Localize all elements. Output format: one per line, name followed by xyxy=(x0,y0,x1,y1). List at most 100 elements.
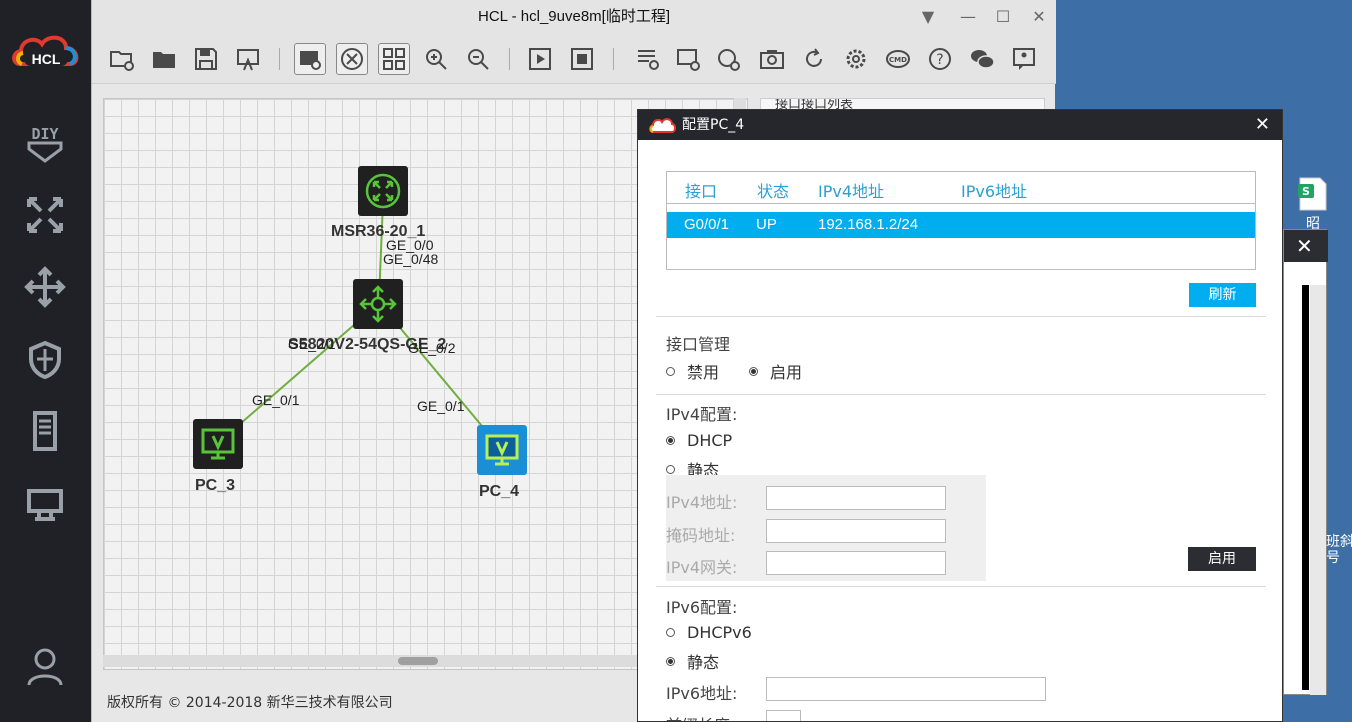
ipv4-address-field[interactable] xyxy=(766,486,946,510)
divider xyxy=(656,316,1266,317)
divider xyxy=(656,394,1266,395)
start-all-icon[interactable] xyxy=(524,43,556,75)
firewall-icon[interactable] xyxy=(22,336,68,382)
divider xyxy=(656,586,1266,587)
pc-icon xyxy=(485,434,519,466)
ipv6-address-field[interactable] xyxy=(766,677,1046,701)
background-window[interactable]: ✕ xyxy=(1283,229,1328,695)
gateway-label: IPv4网关: xyxy=(666,558,738,577)
background-scrollbar[interactable] xyxy=(1310,285,1326,695)
prefix-length-field[interactable] xyxy=(766,710,801,721)
dialog-title: 配置PC_4 xyxy=(638,110,1282,140)
stop-all-icon[interactable] xyxy=(566,43,598,75)
hcl-cloud-icon xyxy=(649,118,676,133)
grid-icon[interactable] xyxy=(378,43,410,75)
close-button[interactable]: ✕ xyxy=(1028,6,1050,28)
config-dialog: 配置PC_4 ✕ 接口 状态 IPv4地址 IPv6地址 G0/0/1 UP 1… xyxy=(637,109,1283,722)
enable-radio[interactable]: 启用 xyxy=(749,359,802,383)
spreadsheet-icon[interactable]: S xyxy=(1296,176,1330,212)
pc3-label: PC_3 xyxy=(195,477,236,494)
menu-dropdown-icon[interactable]: ▼ xyxy=(917,6,939,28)
horizontal-scrollbar[interactable] xyxy=(103,655,638,667)
port-label: GE_0/1 xyxy=(417,398,465,414)
dialog-close-button[interactable]: ✕ xyxy=(1255,110,1270,140)
cell-ipv4: 192.168.1.2/24 xyxy=(818,216,919,233)
zoom-in-icon[interactable] xyxy=(420,43,452,75)
save-icon[interactable] xyxy=(190,43,222,75)
radio-label: DHCPv6 xyxy=(687,623,752,642)
iface-mgmt-title: 接口管理 xyxy=(666,335,731,354)
svg-text:HCL: HCL xyxy=(32,51,61,67)
router-node[interactable] xyxy=(358,166,408,216)
interface-table: 接口 状态 IPv4地址 IPv6地址 G0/0/1 UP 192.168.1.… xyxy=(666,171,1256,270)
svg-text:?: ? xyxy=(936,52,943,68)
radio-label: DHCP xyxy=(687,431,733,450)
pc4-node[interactable] xyxy=(477,425,527,475)
terminal-area xyxy=(1302,285,1309,690)
host-icon[interactable] xyxy=(22,480,68,526)
ipv4-dhcp-radio[interactable]: DHCP xyxy=(666,431,732,450)
port-label: GE_0/1 xyxy=(252,392,300,408)
show-interface-icon[interactable] xyxy=(294,43,326,75)
column-header: IPv6地址 xyxy=(961,182,1028,201)
port-label: GE_0/2 xyxy=(408,340,456,356)
radio-dot xyxy=(666,436,675,445)
radio-dot xyxy=(666,656,675,666)
settings-icon[interactable] xyxy=(840,43,872,75)
radio-dot xyxy=(666,464,675,474)
gateway-field[interactable] xyxy=(766,551,946,575)
column-header: 接口 xyxy=(685,182,718,201)
close-icon[interactable]: ✕ xyxy=(1296,230,1313,262)
svg-text:CMD: CMD xyxy=(889,56,907,64)
switch-icon[interactable] xyxy=(22,264,68,310)
save-as-icon[interactable] xyxy=(232,43,264,75)
toolbar: CMD ? xyxy=(92,34,1056,84)
wechat-icon[interactable] xyxy=(966,43,998,75)
refresh-icon[interactable] xyxy=(798,43,830,75)
open-project-icon[interactable] xyxy=(148,43,180,75)
hcl-sidebar: HCL DIY xyxy=(0,0,91,722)
ipv4-address-label: IPv4地址: xyxy=(666,493,738,512)
disable-radio[interactable]: 禁用 xyxy=(666,359,719,383)
add-list-icon[interactable] xyxy=(632,43,664,75)
ipv6-dhcp-radio[interactable]: DHCPv6 xyxy=(666,623,752,642)
maximize-button[interactable]: ☐ xyxy=(992,6,1014,28)
hcl-logo: HCL xyxy=(12,35,79,67)
add-circle-icon[interactable] xyxy=(712,43,744,75)
camera-icon[interactable] xyxy=(756,43,788,75)
new-project-icon[interactable] xyxy=(106,43,138,75)
switch-node-icon xyxy=(359,285,397,323)
radio-label: 静态 xyxy=(687,653,720,672)
background-window-titlebar: ✕ xyxy=(1284,230,1328,262)
cell-status: UP xyxy=(756,216,777,233)
minimize-button[interactable]: — xyxy=(957,6,979,28)
switch-node[interactable] xyxy=(353,279,403,329)
radio-dot xyxy=(666,628,675,637)
router-icon[interactable] xyxy=(22,192,68,238)
pc3-node[interactable] xyxy=(193,419,243,469)
cmd-icon[interactable]: CMD xyxy=(882,43,914,75)
user-icon[interactable] xyxy=(22,644,68,690)
help-icon[interactable]: ? xyxy=(924,43,956,75)
ipv4-apply-button[interactable]: 启用 xyxy=(1188,547,1256,571)
add-rect-icon[interactable] xyxy=(672,43,704,75)
radio-label: 禁用 xyxy=(687,363,720,382)
svg-text:S: S xyxy=(1302,185,1310,198)
feedback-icon[interactable] xyxy=(1008,43,1040,75)
ipv6-static-radio[interactable]: 静态 xyxy=(666,649,719,673)
column-header: 状态 xyxy=(757,182,790,201)
scroll-thumb[interactable] xyxy=(398,657,438,665)
diy-icon[interactable]: DIY xyxy=(22,120,68,166)
topology-icon[interactable] xyxy=(336,43,368,75)
radio-dot xyxy=(749,366,758,376)
router-node-icon xyxy=(365,173,401,209)
table-header: 接口 状态 IPv4地址 IPv6地址 xyxy=(667,172,1255,204)
server-icon[interactable] xyxy=(22,408,68,454)
table-row[interactable]: G0/0/1 UP 192.168.1.2/24 xyxy=(667,212,1255,238)
zoom-out-icon[interactable] xyxy=(462,43,494,75)
refresh-button[interactable]: 刷新 xyxy=(1189,283,1256,307)
port-label: GE_0/1 xyxy=(288,336,336,352)
column-header: IPv4地址 xyxy=(818,182,885,201)
mask-field[interactable] xyxy=(766,519,946,543)
port-label: GE_0/48 xyxy=(383,251,439,267)
